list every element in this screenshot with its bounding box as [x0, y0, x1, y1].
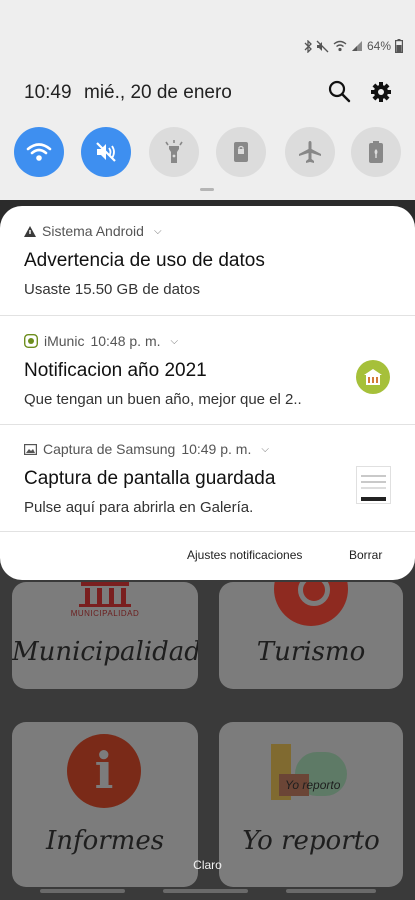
screenshot-thumbnail[interactable]: [356, 466, 391, 504]
location-pin-icon: [274, 582, 348, 626]
gear-icon: [371, 82, 391, 102]
imunic-large-icon: [356, 360, 390, 394]
bluetooth-icon: [304, 39, 312, 53]
sound-toggle[interactable]: [81, 127, 131, 177]
airplane-icon: [299, 141, 321, 163]
yo-reporto-logo: Yo reporto: [271, 744, 351, 802]
wifi-toggle[interactable]: [14, 127, 64, 177]
tile-turismo[interactable]: Turismo: [219, 582, 403, 689]
chevron-down-icon[interactable]: ⌵: [154, 226, 162, 237]
airplane-mode-toggle[interactable]: [285, 127, 335, 177]
notification-title: Advertencia de uso de datos: [24, 250, 265, 271]
settings-button[interactable]: [367, 78, 395, 106]
divider: [0, 531, 415, 532]
panel-drag-handle[interactable]: [200, 188, 214, 191]
power-saving-toggle[interactable]: [351, 127, 401, 177]
tile-label-municipalidad: Municipalidad: [12, 637, 198, 667]
flashlight-icon: [165, 140, 183, 163]
notification-time: 10:49 p. m.: [181, 441, 252, 457]
notification-time: 10:48 p. m.: [90, 333, 161, 349]
tile-label-informes: Informes: [45, 826, 165, 856]
notification-app-name: Captura de Samsung: [43, 441, 176, 457]
signal-icon: [351, 41, 362, 51]
search-button[interactable]: [326, 78, 354, 106]
nav-home-button[interactable]: [163, 889, 248, 893]
notification-imunic[interactable]: iMunic 10:48 p. m. ⌵ Notificacion año 20…: [0, 316, 415, 424]
carrier-label: Claro: [193, 858, 222, 872]
wifi-icon: [26, 143, 52, 161]
battery-percent: 64%: [366, 39, 391, 53]
flashlight-toggle[interactable]: [149, 127, 199, 177]
rotation-lock-icon: [234, 142, 248, 162]
building-icon: [364, 369, 382, 385]
notification-screenshot[interactable]: Captura de Samsung 10:49 p. m. ⌵ Captura…: [0, 424, 415, 531]
municipality-subtitle: MUNICIPALIDAD: [70, 609, 140, 618]
notification-app-name: iMunic: [44, 333, 85, 349]
nav-recents-button[interactable]: [40, 889, 125, 893]
notification-header: iMunic 10:48 p. m. ⌵: [24, 333, 178, 349]
tile-label-yo-reporto: Yo reporto: [242, 826, 380, 856]
status-bar: 64%: [304, 38, 403, 54]
tile-municipalidad[interactable]: MUNICIPALIDAD Municipalidad: [12, 582, 198, 689]
notification-text: Que tengan un buen año, mejor que el 2..: [24, 391, 302, 408]
notification-header: Sistema Android ⌵: [24, 223, 162, 239]
battery-icon: [395, 39, 403, 53]
notification-header: Captura de Samsung 10:49 p. m. ⌵: [24, 441, 269, 457]
tile-label-turismo: Turismo: [256, 637, 366, 667]
notification-settings-button[interactable]: Ajustes notificaciones: [187, 548, 302, 562]
chevron-down-icon[interactable]: ⌵: [261, 444, 269, 455]
info-icon: i: [67, 734, 141, 808]
notification-data-warning[interactable]: Sistema Android ⌵ Advertencia de uso de …: [0, 206, 415, 316]
notification-app-name: Sistema Android: [42, 223, 144, 239]
clock: 10:49: [24, 82, 72, 103]
rotation-lock-toggle[interactable]: [216, 127, 266, 177]
search-icon: [328, 80, 351, 103]
yo-reporto-logo-text: Yo reporto: [285, 778, 341, 792]
navigation-bar: [0, 889, 415, 895]
warning-icon: [24, 225, 36, 237]
date: mié., 20 de enero: [84, 82, 232, 103]
nav-back-button[interactable]: [286, 889, 376, 893]
mute-icon: [96, 142, 116, 162]
chevron-down-icon[interactable]: ⌵: [171, 336, 179, 347]
wifi-status-icon: [333, 40, 347, 52]
notification-text: Usaste 15.50 GB de datos: [24, 281, 200, 298]
clear-all-button[interactable]: Borrar: [349, 548, 382, 562]
imunic-app-icon: [24, 334, 38, 348]
mute-icon: [316, 40, 329, 52]
power-saving-icon: [369, 141, 383, 163]
notification-title: Notificacion año 2021: [24, 360, 207, 381]
image-icon: [24, 443, 37, 455]
notification-title: Captura de pantalla guardada: [24, 468, 276, 489]
notification-text: Pulse aquí para abrirla en Galería.: [24, 499, 254, 516]
